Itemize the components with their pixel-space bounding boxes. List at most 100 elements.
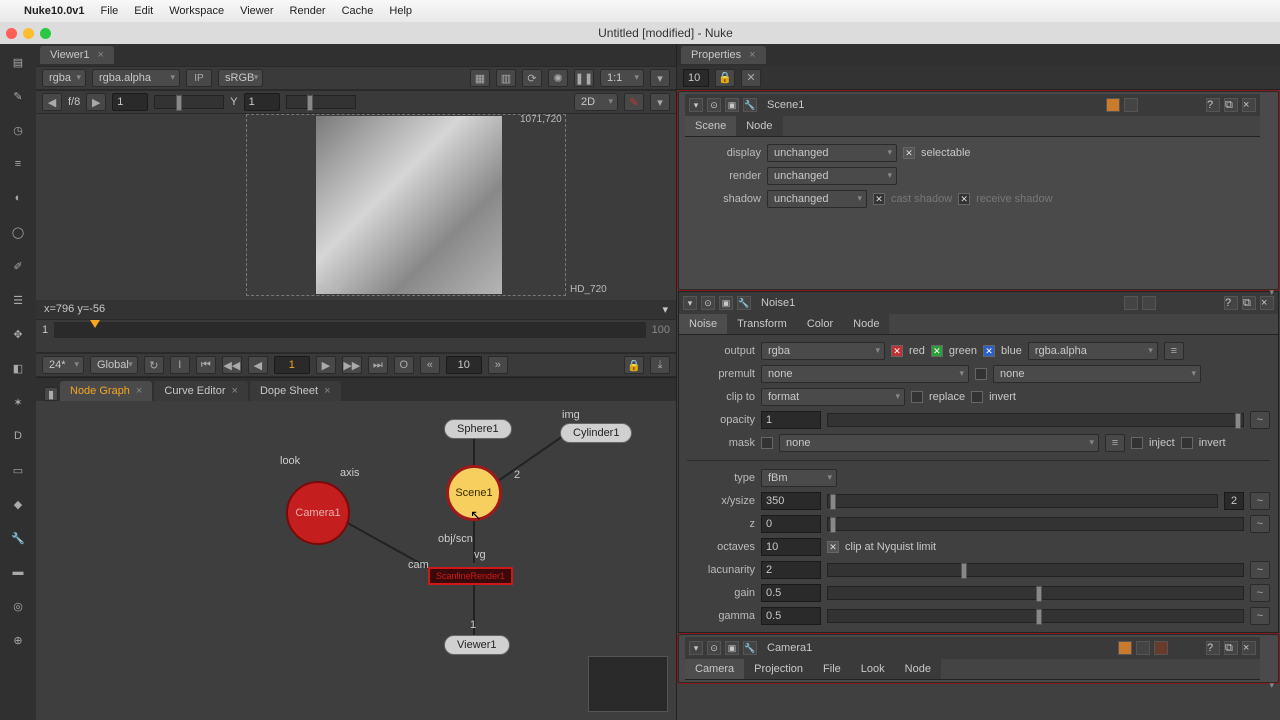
node-color-swatch[interactable] xyxy=(1118,641,1132,655)
viewer-tab[interactable]: Viewer1 × xyxy=(40,46,114,64)
collapse-icon[interactable]: ▾ xyxy=(689,641,703,655)
mask-checkbox[interactable] xyxy=(761,437,773,449)
restore-icon[interactable]: ⧉ xyxy=(1242,296,1256,310)
inject-checkbox[interactable] xyxy=(1131,437,1143,449)
xysize-anim-icon[interactable]: ~ xyxy=(1250,492,1270,510)
opacity-field[interactable]: 1 xyxy=(761,411,821,429)
viewer-gear-icon[interactable]: ✺ xyxy=(548,69,568,87)
tab-curveeditor[interactable]: Curve Editor× xyxy=(154,381,248,401)
lacunarity-slider[interactable] xyxy=(827,563,1244,577)
subtab-color[interactable]: Color xyxy=(797,314,843,334)
subtab-node3[interactable]: Node xyxy=(895,659,941,679)
tool-metadata-icon[interactable]: ◆ xyxy=(6,492,30,516)
output-menu-icon[interactable]: ≡ xyxy=(1164,342,1184,360)
panel-float-icon[interactable] xyxy=(1142,296,1156,310)
blue-checkbox[interactable]: ✕ xyxy=(983,345,995,357)
exposure-slider[interactable] xyxy=(154,95,224,109)
fps-select[interactable]: 24* xyxy=(42,356,84,374)
invert2-checkbox[interactable] xyxy=(1181,437,1193,449)
nodegraph-canvas[interactable]: look axis img 2 Sphere1 Cylinder1 Camera… xyxy=(36,401,676,720)
skip-back-icon[interactable]: « xyxy=(420,356,440,374)
menu-help[interactable]: Help xyxy=(389,5,412,17)
scope-select[interactable]: Global xyxy=(90,356,138,374)
tool-all-icon[interactable]: ⊕ xyxy=(6,628,30,652)
gamma-slider[interactable] xyxy=(286,95,356,109)
center-icon[interactable]: ⊙ xyxy=(707,98,721,112)
snapshot-icon[interactable]: ▣ xyxy=(725,98,739,112)
menu-edit[interactable]: Edit xyxy=(134,5,153,17)
menu-workspace[interactable]: Workspace xyxy=(169,5,224,17)
tool-keyer-icon[interactable]: ✐ xyxy=(6,254,30,278)
tool-time-icon[interactable]: ◷ xyxy=(6,118,30,142)
viewer-grid-icon[interactable]: ▦ xyxy=(470,69,490,87)
wrench-icon[interactable]: 🔧 xyxy=(743,98,757,112)
nyquist-checkbox[interactable]: ✕ xyxy=(827,541,839,553)
drag-handle-icon[interactable]: ▮ xyxy=(44,387,58,401)
node-scanlinerender[interactable]: ScanlineRender1 xyxy=(428,567,513,585)
viewer-roi-icon[interactable]: ▥ xyxy=(496,69,516,87)
clear-panels-icon[interactable]: ✕ xyxy=(741,69,761,87)
menu-viewer[interactable]: Viewer xyxy=(240,5,273,17)
viewer-overlay-icon[interactable]: ▾ xyxy=(650,93,670,111)
close-icon[interactable]: × xyxy=(324,385,330,397)
lock-panels-icon[interactable]: 🔒 xyxy=(715,69,735,87)
z-field[interactable]: 0 xyxy=(761,515,821,533)
coord-menu-icon[interactable]: ▾ xyxy=(662,303,668,316)
mask-select[interactable]: none xyxy=(779,434,1099,452)
gamma-field[interactable]: 0.5 xyxy=(761,607,821,625)
alpha-select[interactable]: rgba.alpha xyxy=(92,69,180,87)
app-name[interactable]: Nuke10.0v1 xyxy=(24,5,85,17)
tool-furnace-icon[interactable]: ◎ xyxy=(6,594,30,618)
subtab-projection[interactable]: Projection xyxy=(744,659,813,679)
tool-color-icon[interactable]: ◐ xyxy=(6,186,30,210)
tab-nodegraph[interactable]: Node Graph× xyxy=(60,381,152,401)
subtab-camera[interactable]: Camera xyxy=(685,659,744,679)
tool-3d-icon[interactable]: ◧ xyxy=(6,356,30,380)
snapshot-icon[interactable]: ▣ xyxy=(719,296,733,310)
cast-shadow-checkbox[interactable]: ✕ xyxy=(873,193,885,205)
last-frame-icon[interactable]: ⏭ xyxy=(368,356,388,374)
viewer-menu-icon[interactable]: ▾ xyxy=(650,69,670,87)
opacity-anim-icon[interactable]: ~ xyxy=(1250,411,1270,429)
green-checkbox[interactable]: ✕ xyxy=(931,345,943,357)
viewer-pause-icon[interactable]: ❚❚ xyxy=(574,69,594,87)
viewer-dim-select[interactable]: 2D xyxy=(574,93,618,111)
snapshot-icon[interactable]: ▣ xyxy=(725,641,739,655)
subtab-noise[interactable]: Noise xyxy=(679,314,727,334)
node-viewer[interactable]: Viewer1 xyxy=(444,635,510,655)
display-select[interactable]: unchanged xyxy=(767,144,897,162)
channel-select[interactable]: rgba xyxy=(42,69,86,87)
help-icon[interactable]: ? xyxy=(1206,641,1220,655)
close-icon[interactable]: × xyxy=(136,385,142,397)
exposure-field[interactable]: 1 xyxy=(112,93,148,111)
xysize-slider[interactable] xyxy=(827,494,1218,508)
recv-shadow-checkbox[interactable]: ✕ xyxy=(958,193,970,205)
viewer-canvas[interactable]: 1071,720 209,0 HD_720 xyxy=(36,114,676,300)
render-select[interactable]: unchanged xyxy=(767,167,897,185)
xysize-field[interactable]: 350 xyxy=(761,492,821,510)
octaves-field[interactable]: 10 xyxy=(761,538,821,556)
viewer-wipe-icon[interactable]: ✎ xyxy=(624,93,644,111)
clipto-select[interactable]: format xyxy=(761,388,905,406)
close-panel-icon[interactable]: × xyxy=(1242,98,1256,112)
close-panel-icon[interactable]: × xyxy=(1242,641,1256,655)
exp-prev-icon[interactable]: ◀ xyxy=(42,93,62,111)
type-select[interactable]: fBm xyxy=(761,469,837,487)
colorspace-select[interactable]: sRGB xyxy=(218,69,263,87)
tool-views-icon[interactable]: ▭ xyxy=(6,458,30,482)
subtab-look[interactable]: Look xyxy=(851,659,895,679)
timeline[interactable] xyxy=(54,322,646,338)
prev-key-icon[interactable]: ◀◀ xyxy=(222,356,242,374)
ip-toggle[interactable]: IP xyxy=(186,69,212,87)
node-color-swatch[interactable] xyxy=(1124,296,1138,310)
output-select[interactable]: rgba xyxy=(761,342,885,360)
wrench-icon[interactable]: 🔧 xyxy=(743,641,757,655)
minimize-window-button[interactable] xyxy=(23,28,34,39)
help-icon[interactable]: ? xyxy=(1206,98,1220,112)
mask-menu-icon[interactable]: ≡ xyxy=(1105,434,1125,452)
subtab-scene[interactable]: Scene xyxy=(685,116,736,136)
xysize-link[interactable]: 2 xyxy=(1224,492,1244,510)
exp-next-icon[interactable]: ▶ xyxy=(86,93,106,111)
playhead[interactable] xyxy=(90,320,100,328)
node-cylinder[interactable]: Cylinder1 xyxy=(560,423,632,443)
